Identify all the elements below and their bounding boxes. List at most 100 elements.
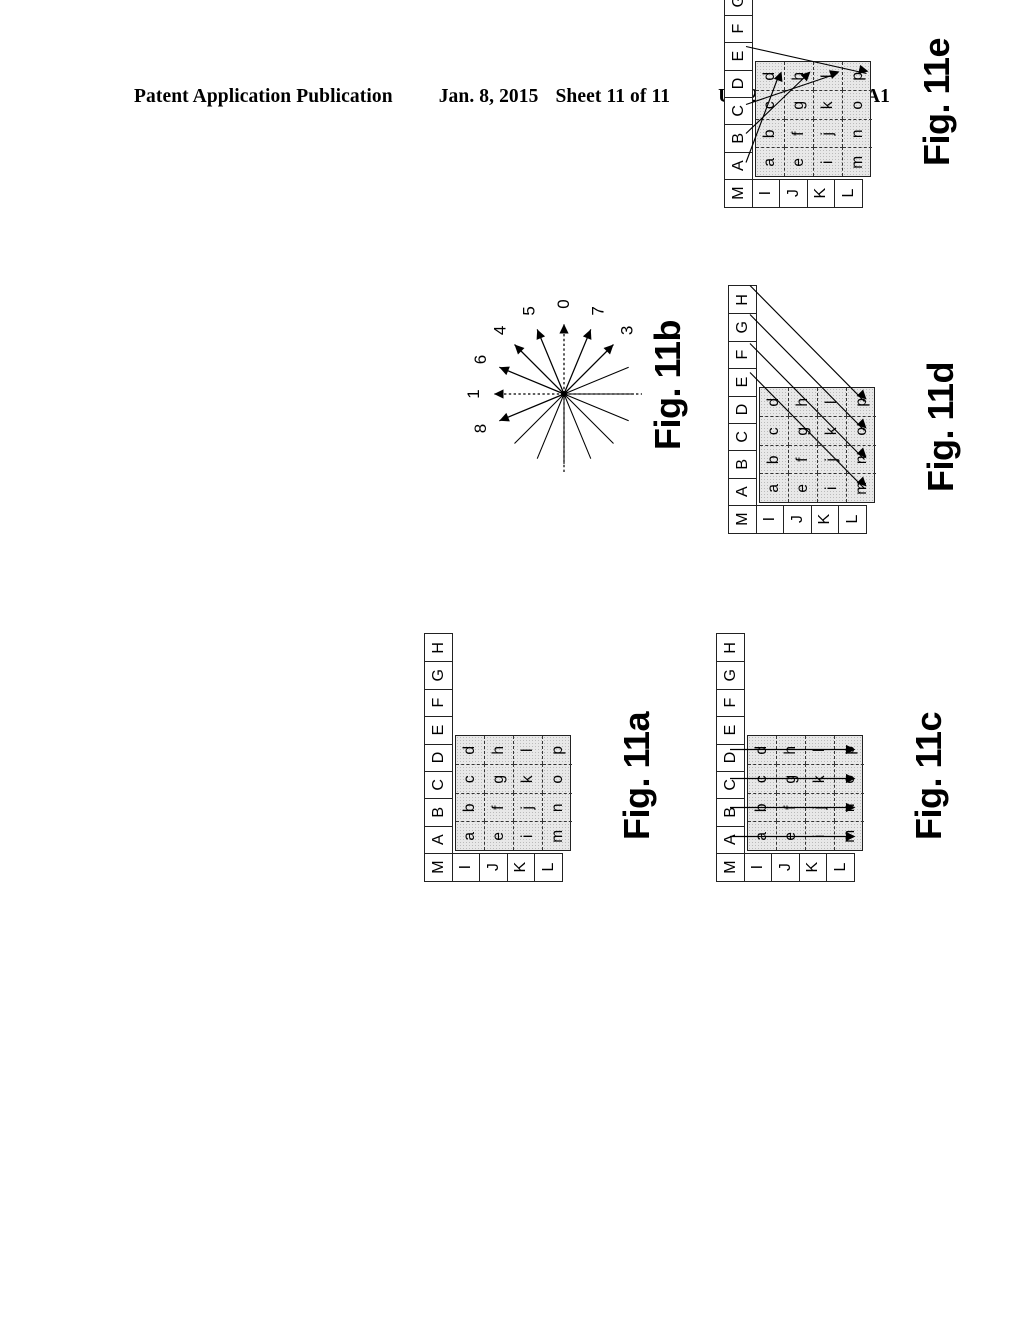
grid-left-cell-L: L — [834, 178, 864, 208]
grid-header-cell-C: C — [424, 770, 454, 800]
prediction-block-row: abcd — [456, 736, 485, 850]
ray-4 — [563, 393, 614, 444]
grid-header-cell-M: M — [716, 852, 746, 882]
grid-header-cell-M: M — [724, 178, 754, 208]
prediction-block-row: efgh — [789, 388, 818, 502]
direction-ray-3 — [563, 344, 614, 395]
prediction-sample-l: l — [514, 736, 543, 765]
prediction-sample-l: l — [818, 388, 847, 417]
prediction-sample-a: a — [756, 147, 785, 176]
prediction-sample-p: p — [848, 71, 866, 81]
arrowhead-5 — [536, 329, 546, 340]
reference-grid: MABCDEFGHIJKLabcdefghijklmnop — [424, 633, 572, 882]
ray-5 — [563, 393, 629, 422]
prediction-sample-g: g — [777, 764, 806, 793]
prediction-block-row: abcd — [760, 388, 789, 502]
prediction-sample-p: p — [840, 745, 858, 755]
grid-header-cell-A: A — [716, 825, 746, 855]
direction-label-4: 4 — [490, 326, 509, 335]
grid-left-cell-L: L — [838, 504, 868, 534]
ray-0 — [514, 393, 565, 444]
prediction-sample-l: l — [814, 62, 843, 91]
prediction-sample-n: n — [543, 793, 572, 822]
prediction-sample-f: f — [789, 445, 818, 474]
ray-3 — [563, 393, 592, 459]
prediction-sample-i: i — [818, 473, 847, 502]
grid-header-row: MABCDEFGH — [716, 633, 746, 882]
grid-header-cell-D: D — [724, 68, 754, 98]
grid-left-cell-K: K — [810, 504, 840, 534]
prediction-block-row: mnop — [543, 736, 572, 850]
prediction-sample-c: c — [456, 764, 485, 793]
prediction-sample-c: c — [760, 416, 789, 445]
figure-caption: Fig. 11a — [616, 711, 657, 840]
grid-left-cell-K: K — [798, 852, 828, 882]
arrowhead-0 — [559, 324, 569, 334]
figure-caption: Fig. 11b — [647, 319, 688, 450]
prediction-sample-b: b — [760, 445, 789, 474]
prediction-sample-i: i — [814, 147, 843, 176]
grid-header-cell-E: E — [424, 715, 454, 745]
reference-grid: MABCDEFGHIJKLabcdefghijklmnop — [724, 0, 872, 208]
grid-header-cell-H: H — [728, 285, 758, 315]
prediction-block-row: efgh — [485, 736, 514, 850]
grid-header-cell-F: F — [724, 14, 754, 44]
grid-header-cell-G: G — [728, 312, 758, 342]
grid-header-cell-M: M — [424, 852, 454, 882]
prediction-sample-n: n — [835, 793, 864, 822]
prediction-sample-p: p — [852, 397, 870, 407]
prediction-sample-o: o — [843, 90, 872, 119]
prediction-sample-m: m — [843, 147, 872, 176]
grid-left-cell-I: I — [743, 852, 773, 882]
grid-header-cell-B: B — [716, 797, 746, 827]
grid-header-cell-A: A — [728, 477, 758, 507]
grid-left-cell-L: L — [826, 852, 856, 882]
arrowhead-7 — [582, 329, 592, 340]
grid-header-cell-C: C — [724, 96, 754, 126]
arrowhead-6 — [499, 366, 510, 376]
prediction-sample-c: c — [756, 90, 785, 119]
grid-header-cell-A: A — [724, 151, 754, 181]
prediction-sample-d: d — [760, 388, 789, 417]
prediction-sample-n: n — [847, 445, 876, 474]
ray-1 — [536, 393, 565, 459]
grid-header-cell-B: B — [728, 449, 758, 479]
prediction-sample-i: i — [514, 821, 543, 850]
prediction-block: abcdefghijklmnop — [755, 61, 872, 177]
prediction-block-row: mnop — [847, 388, 876, 502]
prediction-sample-o: o — [543, 764, 572, 793]
direction-ray-6 — [499, 366, 565, 395]
prediction-sample-d: d — [748, 736, 777, 765]
arrowhead-1 — [494, 389, 504, 399]
figure-caption: Fig. 11c — [908, 711, 949, 840]
reference-grid: MABCDEFGHIJKLabcdefghijklmnop — [716, 633, 864, 882]
prediction-sample-e: e — [485, 821, 514, 850]
prediction-sample-f: f — [777, 793, 806, 822]
prediction-sample-l: l — [806, 736, 835, 765]
grid-header-cell-D: D — [424, 742, 454, 772]
grid-header-cell-C: C — [716, 770, 746, 800]
prediction-sample-b: b — [456, 793, 485, 822]
prediction-block: abcdefghijklmnop — [759, 387, 876, 503]
grid-header-cell-M: M — [728, 504, 758, 534]
grid-header-cell-G: G — [724, 0, 754, 16]
prediction-sample-a: a — [760, 473, 789, 502]
prediction-sample-o: o — [847, 416, 876, 445]
direction-label-6: 6 — [471, 355, 490, 364]
prediction-sample-i: i — [806, 821, 835, 850]
figure-caption: Fig. 11e — [916, 37, 957, 166]
grid-header-cell-F: F — [716, 688, 746, 718]
grid-left-cell-J: J — [479, 852, 509, 882]
prediction-sample-e: e — [785, 147, 814, 176]
grid-header-cell-C: C — [728, 422, 758, 452]
reference-grid: MABCDEFGHIJKLabcdefghijklmnop — [728, 285, 876, 534]
grid-left-cell-I: I — [751, 178, 781, 208]
star-center — [561, 391, 567, 397]
prediction-block: abcdefghijklmnop — [747, 735, 864, 851]
grid-header-cell-G: G — [424, 660, 454, 690]
prediction-sample-f: f — [785, 119, 814, 148]
prediction-sample-d: d — [456, 736, 485, 765]
prediction-sample-f: f — [485, 793, 514, 822]
prediction-sample-g: g — [789, 416, 818, 445]
figure-holder-fig-11b: 1 8 6 4 5 0 7 3 Fig. 11b — [452, 42, 752, 512]
